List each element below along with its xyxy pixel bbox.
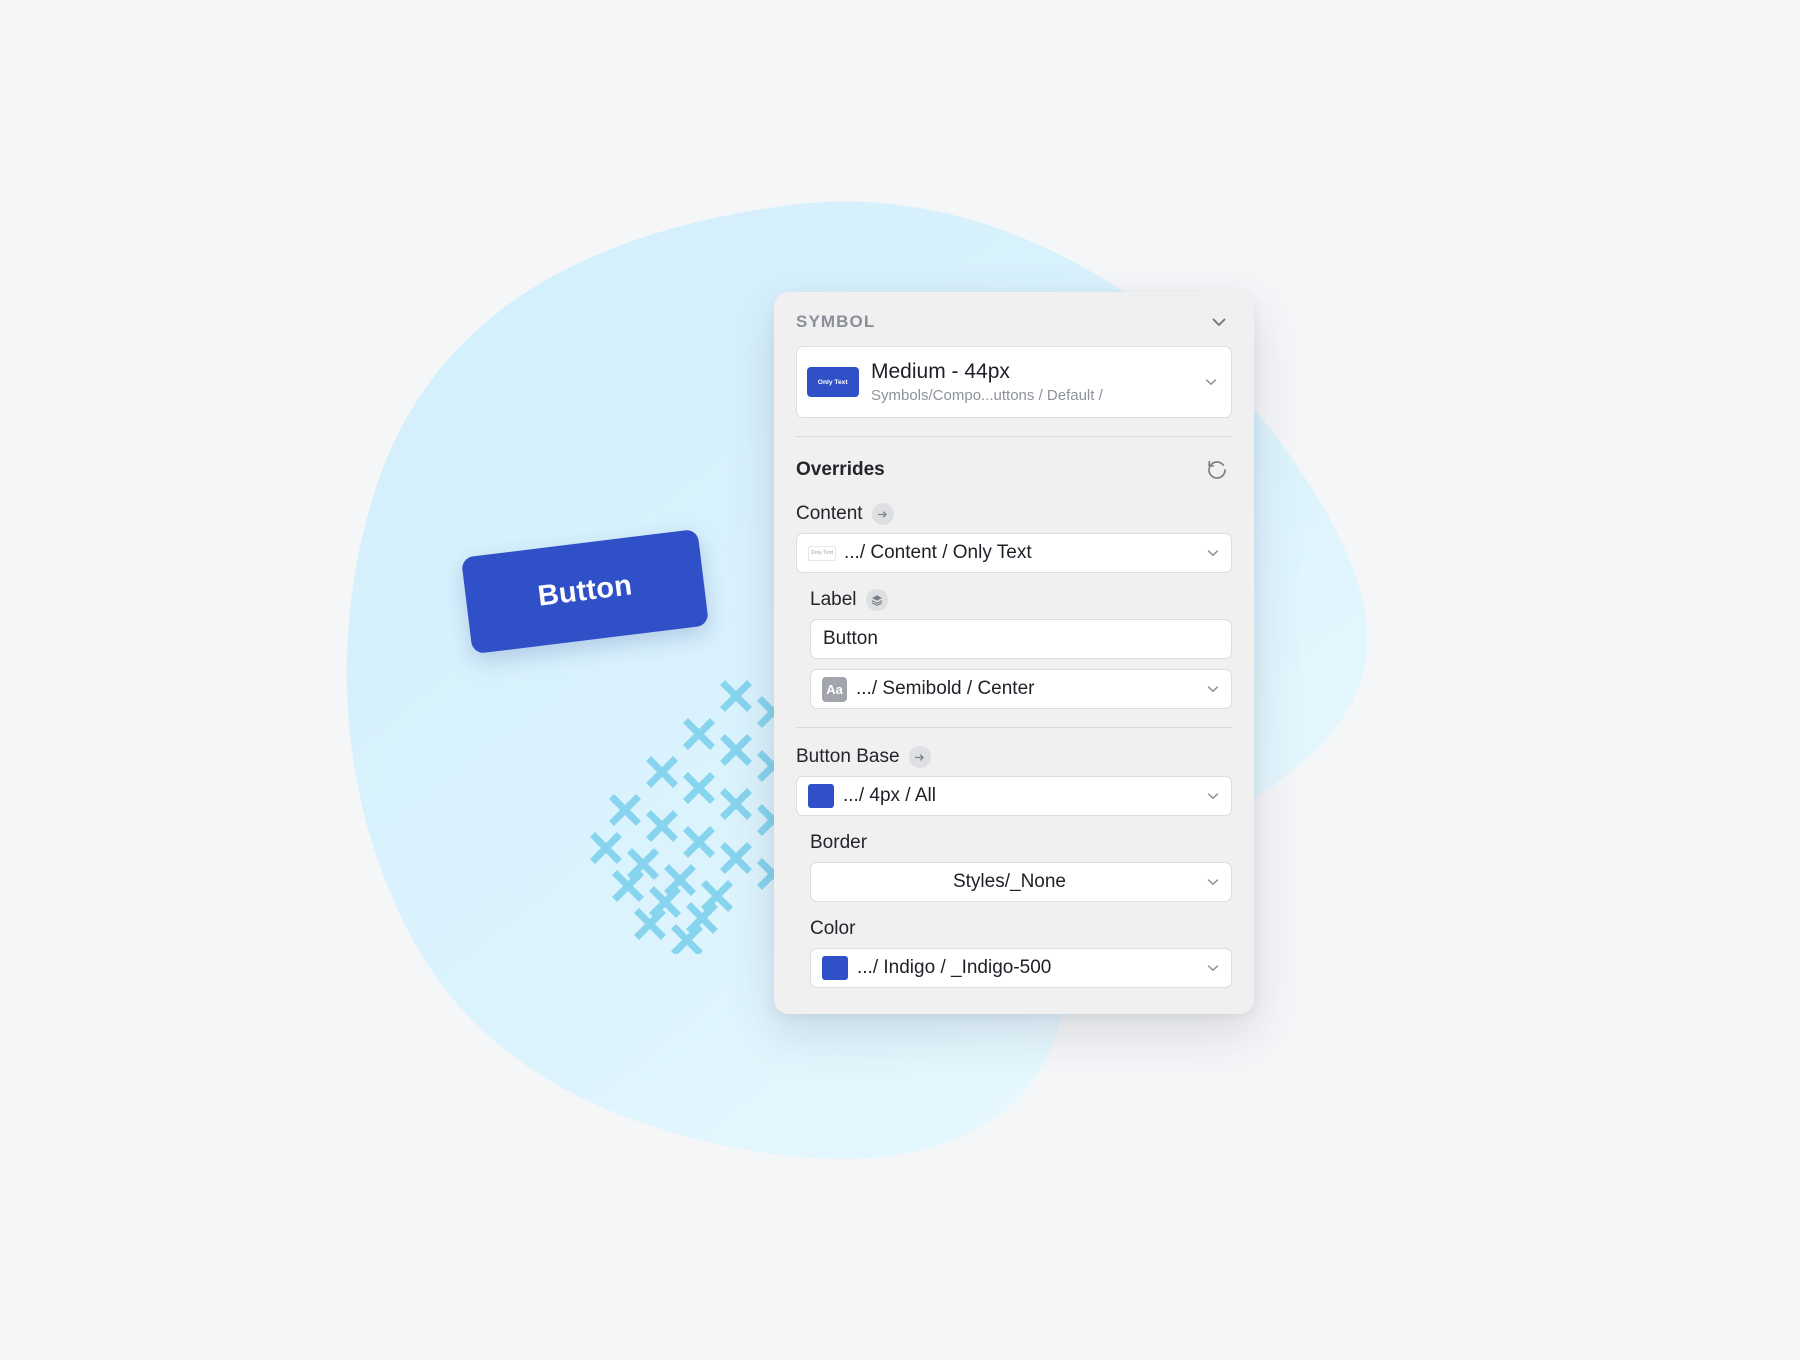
buttonbase-override-select[interactable]: .../ 4px / All [796,776,1232,816]
color-style-select[interactable]: .../ Indigo / _Indigo-500 [810,948,1232,988]
override-label-title: Label [810,589,857,610]
label-text-input[interactable] [810,619,1232,659]
buttonbase-override-value: .../ 4px / All [843,785,936,806]
override-color-title: Color [810,918,856,939]
color-style-value: .../ Indigo / _Indigo-500 [857,957,1052,978]
symbol-thumbnail-label: Only Text [818,378,848,386]
symbol-path: Symbols/Compo...uttons / Default / [871,386,1103,404]
content-thumbnail-icon: Only Text [808,545,836,561]
chevron-down-icon[interactable] [1206,309,1232,335]
artboard-stage: Button SYMBOL Only Text Medium - 44px Sy… [0,0,1800,1360]
override-border-header: Border [810,832,1232,854]
divider [796,727,1232,728]
chevron-down-icon[interactable] [1205,788,1221,804]
chevron-down-icon[interactable] [1205,960,1221,976]
label-textstyle-value: .../ Semibold / Center [856,678,1035,699]
reset-arrow-icon[interactable] [1202,455,1232,485]
override-group-content-header: Content [796,503,1232,525]
cross-pattern [590,680,788,954]
text-style-icon: Aa [822,676,847,702]
page-title: SYMBOL [796,312,876,331]
overrides-title: Overrides [796,459,885,480]
chevron-down-icon[interactable] [1205,874,1221,890]
chevron-down-icon[interactable] [1205,681,1221,697]
content-override-select[interactable]: Only Text .../ Content / Only Text [796,533,1232,573]
color-swatch-icon [808,784,834,808]
symbol-master-select[interactable]: Only Text Medium - 44px Symbols/Compo...… [796,346,1232,418]
chevron-down-icon[interactable] [1203,374,1219,390]
content-thumbnail-label: Only Text [810,550,834,556]
panel-header: SYMBOL [796,292,1232,346]
artboard-demo-button-label: Button [536,569,634,613]
border-style-value: Styles/_None [952,871,1066,892]
chevron-down-icon[interactable] [1205,545,1221,561]
layers-icon[interactable] [865,589,888,611]
override-border-title: Border [810,832,868,853]
divider [796,436,1232,437]
override-label-header: Label [810,589,1232,611]
content-override-value: .../ Content / Only Text [844,542,1032,563]
symbol-name: Medium - 44px [871,359,1010,383]
arrow-right-icon[interactable] [908,746,931,768]
override-color-header: Color [810,918,1232,940]
symbol-texts: Medium - 44px Symbols/Compo...uttons / D… [871,359,1195,406]
symbol-inspector-panel: SYMBOL Only Text Medium - 44px Symbols/C… [774,292,1254,1014]
override-group-buttonbase-header: Button Base [796,746,1232,768]
overrides-header: Overrides [796,455,1232,485]
label-textstyle-select[interactable]: Aa .../ Semibold / Center [810,669,1232,709]
override-group-buttonbase-label: Button Base [796,746,900,767]
symbol-thumbnail-icon: Only Text [807,367,859,397]
color-swatch-icon [822,956,848,980]
arrow-right-icon[interactable] [871,503,894,525]
override-group-content-label: Content [796,503,863,524]
border-style-select[interactable]: Styles/_None [810,862,1232,902]
